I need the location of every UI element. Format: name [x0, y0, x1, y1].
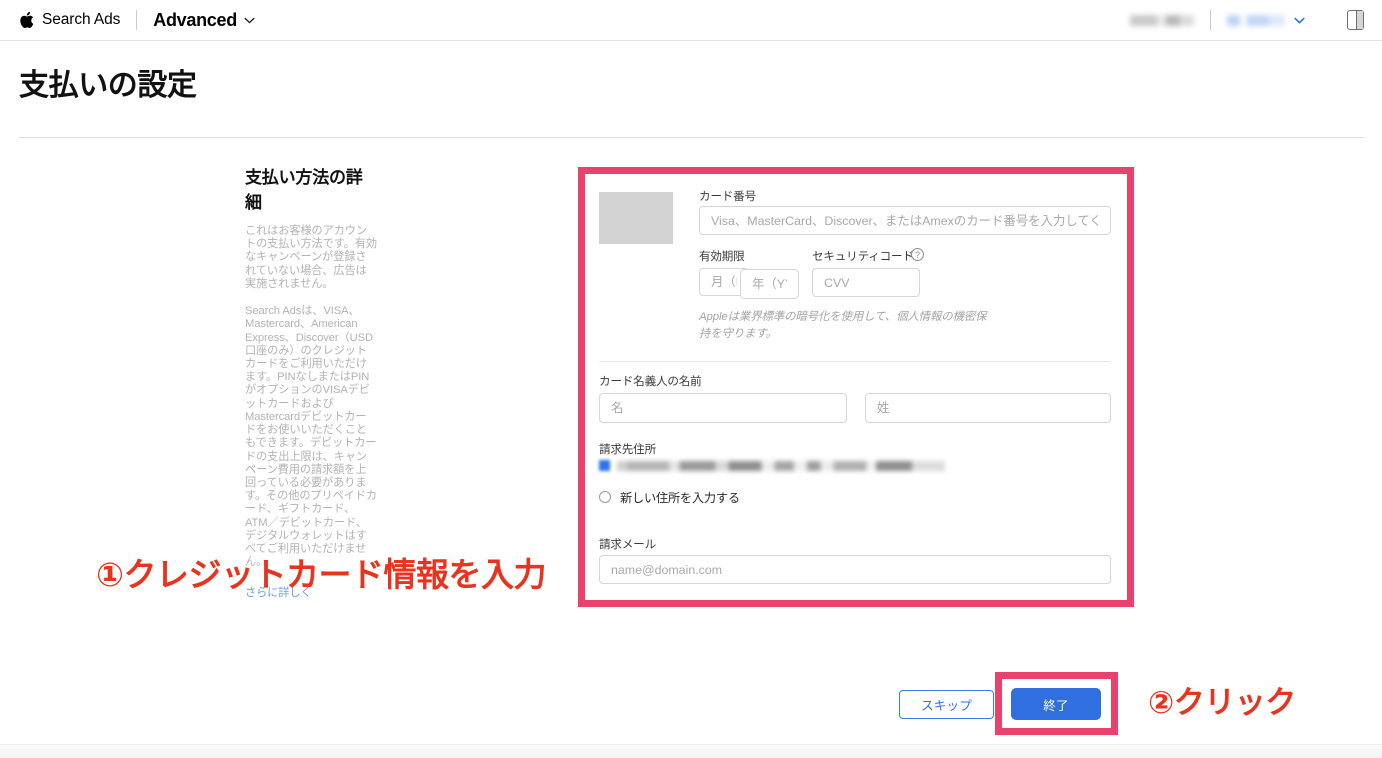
advanced-menu[interactable]: Advanced: [153, 10, 255, 31]
brand-group[interactable]: Search Ads: [19, 11, 120, 29]
annotation-step-1: ①クレジットカード情報を入力: [96, 548, 546, 596]
page-title: 支払いの設定: [19, 60, 197, 104]
account-name-redacted: [1227, 15, 1285, 26]
radio-selected-icon[interactable]: [599, 460, 610, 471]
credit-card-image-placeholder: [599, 192, 673, 244]
billing-address-existing-option[interactable]: [599, 460, 945, 471]
chevron-down-icon: [244, 17, 255, 24]
radio-unselected-icon[interactable]: [599, 491, 611, 503]
card-number-input[interactable]: [699, 206, 1111, 235]
billing-email-input[interactable]: [599, 555, 1111, 584]
finish-button[interactable]: 終了: [1011, 688, 1101, 720]
side-panel-icon[interactable]: [1347, 10, 1364, 30]
nav-divider: [136, 10, 137, 30]
description-paragraph-2: Search Adsは、VISA、Mastercard、American Exp…: [245, 305, 377, 569]
form-section-divider: [599, 361, 1111, 362]
question-mark-icon[interactable]: ?: [911, 248, 924, 261]
top-navigation-bar: Search Ads Advanced: [0, 0, 1382, 41]
security-code-label: セキュリティコード: [812, 248, 914, 264]
brand-name: Search Ads: [42, 11, 120, 29]
first-name-input[interactable]: [599, 393, 847, 423]
chevron-down-icon: [1294, 17, 1305, 24]
account-divider: [1210, 10, 1211, 30]
skip-button[interactable]: スキップ: [899, 690, 994, 719]
billing-address-label: 請求先住所: [599, 441, 656, 457]
payment-method-description: 支払い方法の詳細 これはお客様のアカウントの支払い方法です。有効なキャンペーンが…: [245, 163, 377, 601]
billing-address-new-option[interactable]: 新しい住所を入力する: [599, 488, 740, 506]
user-name-redacted: [1130, 15, 1194, 26]
billing-email-label: 請求メール: [599, 536, 656, 552]
account-switcher[interactable]: [1227, 15, 1305, 26]
new-address-label: 新しい住所を入力する: [620, 488, 740, 506]
cardholder-name-label: カード名義人の名前: [599, 373, 702, 389]
topbar-right-group: [1130, 10, 1364, 30]
last-name-input[interactable]: [865, 393, 1111, 423]
apple-logo-icon: [19, 11, 34, 29]
title-divider: [19, 137, 1364, 138]
annotation-step-2: ②クリック: [1148, 677, 1296, 722]
encryption-note: Appleは業界標準の暗号化を使用して、個人情報の機密保持を守ります。: [699, 309, 989, 343]
description-heading: 支払い方法の詳細: [245, 163, 377, 213]
billing-address-value-redacted: [617, 461, 945, 471]
description-paragraph-1: これはお客様のアカウントの支払い方法です。有効なキャンペーンが登録されていない場…: [245, 225, 377, 291]
expiry-label: 有効期限: [699, 248, 745, 264]
security-code-input[interactable]: [812, 268, 920, 297]
expiry-year-input[interactable]: [740, 269, 799, 299]
advanced-label: Advanced: [153, 10, 237, 31]
footer-band: [0, 744, 1382, 758]
card-number-label: カード番号: [699, 188, 756, 204]
